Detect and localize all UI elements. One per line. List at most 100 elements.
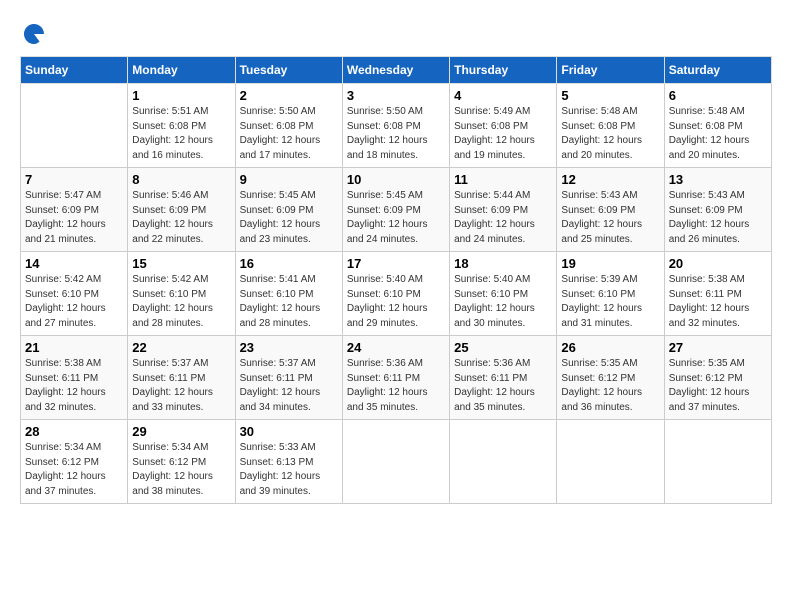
day-info: Sunrise: 5:35 AM Sunset: 6:12 PM Dayligh… xyxy=(561,357,659,415)
calendar-cell: 21 Sunrise: 5:38 AM Sunset: 6:11 PM Dayl… xyxy=(21,336,128,420)
calendar-cell: 8 Sunrise: 5:46 AM Sunset: 6:09 PM Dayli… xyxy=(128,168,235,252)
column-header-sunday: Sunday xyxy=(21,57,128,84)
sunrise-text: Sunrise: 5:45 AM xyxy=(347,190,423,201)
sunset-text: Sunset: 6:09 PM xyxy=(347,205,421,216)
day-number: 17 xyxy=(347,256,445,271)
day-info: Sunrise: 5:48 AM Sunset: 6:08 PM Dayligh… xyxy=(561,105,659,163)
sunrise-text: Sunrise: 5:51 AM xyxy=(132,106,208,117)
daylight-text: Daylight: 12 hours and 21 minutes. xyxy=(25,219,106,245)
week-row-5: 28 Sunrise: 5:34 AM Sunset: 6:12 PM Dayl… xyxy=(21,420,772,504)
day-number: 23 xyxy=(240,340,338,355)
sunset-text: Sunset: 6:10 PM xyxy=(347,289,421,300)
sunset-text: Sunset: 6:11 PM xyxy=(454,373,527,384)
daylight-text: Daylight: 12 hours and 29 minutes. xyxy=(347,303,428,329)
day-number: 16 xyxy=(240,256,338,271)
day-number: 9 xyxy=(240,172,338,187)
sunrise-text: Sunrise: 5:48 AM xyxy=(669,106,745,117)
sunset-text: Sunset: 6:09 PM xyxy=(25,205,99,216)
calendar-cell: 7 Sunrise: 5:47 AM Sunset: 6:09 PM Dayli… xyxy=(21,168,128,252)
sunrise-text: Sunrise: 5:45 AM xyxy=(240,190,316,201)
day-number: 6 xyxy=(669,88,767,103)
sunrise-text: Sunrise: 5:48 AM xyxy=(561,106,637,117)
sunset-text: Sunset: 6:12 PM xyxy=(669,373,743,384)
sunset-text: Sunset: 6:10 PM xyxy=(240,289,314,300)
sunset-text: Sunset: 6:11 PM xyxy=(132,373,205,384)
calendar-cell: 13 Sunrise: 5:43 AM Sunset: 6:09 PM Dayl… xyxy=(664,168,771,252)
sunrise-text: Sunrise: 5:40 AM xyxy=(347,274,423,285)
calendar-cell xyxy=(557,420,664,504)
day-number: 30 xyxy=(240,424,338,439)
day-info: Sunrise: 5:50 AM Sunset: 6:08 PM Dayligh… xyxy=(240,105,338,163)
day-info: Sunrise: 5:41 AM Sunset: 6:10 PM Dayligh… xyxy=(240,273,338,331)
column-header-thursday: Thursday xyxy=(450,57,557,84)
calendar-cell: 17 Sunrise: 5:40 AM Sunset: 6:10 PM Dayl… xyxy=(342,252,449,336)
daylight-text: Daylight: 12 hours and 19 minutes. xyxy=(454,135,535,161)
day-info: Sunrise: 5:49 AM Sunset: 6:08 PM Dayligh… xyxy=(454,105,552,163)
daylight-text: Daylight: 12 hours and 28 minutes. xyxy=(240,303,321,329)
day-info: Sunrise: 5:37 AM Sunset: 6:11 PM Dayligh… xyxy=(240,357,338,415)
sunset-text: Sunset: 6:12 PM xyxy=(132,457,206,468)
day-number: 7 xyxy=(25,172,123,187)
sunset-text: Sunset: 6:08 PM xyxy=(561,121,635,132)
day-info: Sunrise: 5:45 AM Sunset: 6:09 PM Dayligh… xyxy=(240,189,338,247)
daylight-text: Daylight: 12 hours and 35 minutes. xyxy=(454,387,535,413)
calendar-cell: 23 Sunrise: 5:37 AM Sunset: 6:11 PM Dayl… xyxy=(235,336,342,420)
sunrise-text: Sunrise: 5:41 AM xyxy=(240,274,316,285)
sunset-text: Sunset: 6:08 PM xyxy=(454,121,528,132)
daylight-text: Daylight: 12 hours and 26 minutes. xyxy=(669,219,750,245)
day-number: 13 xyxy=(669,172,767,187)
day-number: 24 xyxy=(347,340,445,355)
page-header xyxy=(20,20,772,48)
day-info: Sunrise: 5:34 AM Sunset: 6:12 PM Dayligh… xyxy=(132,441,230,499)
calendar-cell: 22 Sunrise: 5:37 AM Sunset: 6:11 PM Dayl… xyxy=(128,336,235,420)
calendar-cell: 24 Sunrise: 5:36 AM Sunset: 6:11 PM Dayl… xyxy=(342,336,449,420)
day-info: Sunrise: 5:42 AM Sunset: 6:10 PM Dayligh… xyxy=(25,273,123,331)
sunset-text: Sunset: 6:09 PM xyxy=(454,205,528,216)
sunset-text: Sunset: 6:08 PM xyxy=(669,121,743,132)
daylight-text: Daylight: 12 hours and 22 minutes. xyxy=(132,219,213,245)
day-info: Sunrise: 5:38 AM Sunset: 6:11 PM Dayligh… xyxy=(25,357,123,415)
calendar-cell: 28 Sunrise: 5:34 AM Sunset: 6:12 PM Dayl… xyxy=(21,420,128,504)
day-number: 19 xyxy=(561,256,659,271)
day-number: 27 xyxy=(669,340,767,355)
day-number: 14 xyxy=(25,256,123,271)
sunrise-text: Sunrise: 5:40 AM xyxy=(454,274,530,285)
calendar-cell: 9 Sunrise: 5:45 AM Sunset: 6:09 PM Dayli… xyxy=(235,168,342,252)
day-info: Sunrise: 5:47 AM Sunset: 6:09 PM Dayligh… xyxy=(25,189,123,247)
calendar-cell xyxy=(450,420,557,504)
day-number: 22 xyxy=(132,340,230,355)
sunrise-text: Sunrise: 5:42 AM xyxy=(132,274,208,285)
day-number: 8 xyxy=(132,172,230,187)
calendar-cell: 11 Sunrise: 5:44 AM Sunset: 6:09 PM Dayl… xyxy=(450,168,557,252)
daylight-text: Daylight: 12 hours and 39 minutes. xyxy=(240,471,321,497)
calendar-cell: 4 Sunrise: 5:49 AM Sunset: 6:08 PM Dayli… xyxy=(450,84,557,168)
logo-icon xyxy=(20,20,48,48)
sunrise-text: Sunrise: 5:43 AM xyxy=(669,190,745,201)
sunrise-text: Sunrise: 5:46 AM xyxy=(132,190,208,201)
day-number: 5 xyxy=(561,88,659,103)
sunrise-text: Sunrise: 5:50 AM xyxy=(347,106,423,117)
day-info: Sunrise: 5:39 AM Sunset: 6:10 PM Dayligh… xyxy=(561,273,659,331)
sunset-text: Sunset: 6:09 PM xyxy=(132,205,206,216)
sunset-text: Sunset: 6:09 PM xyxy=(669,205,743,216)
daylight-text: Daylight: 12 hours and 37 minutes. xyxy=(669,387,750,413)
logo xyxy=(20,20,52,48)
sunrise-text: Sunrise: 5:39 AM xyxy=(561,274,637,285)
calendar-header: SundayMondayTuesdayWednesdayThursdayFrid… xyxy=(21,57,772,84)
daylight-text: Daylight: 12 hours and 16 minutes. xyxy=(132,135,213,161)
column-header-tuesday: Tuesday xyxy=(235,57,342,84)
calendar-cell: 19 Sunrise: 5:39 AM Sunset: 6:10 PM Dayl… xyxy=(557,252,664,336)
calendar-cell: 26 Sunrise: 5:35 AM Sunset: 6:12 PM Dayl… xyxy=(557,336,664,420)
calendar-cell: 27 Sunrise: 5:35 AM Sunset: 6:12 PM Dayl… xyxy=(664,336,771,420)
sunset-text: Sunset: 6:10 PM xyxy=(561,289,635,300)
calendar-cell: 14 Sunrise: 5:42 AM Sunset: 6:10 PM Dayl… xyxy=(21,252,128,336)
sunrise-text: Sunrise: 5:36 AM xyxy=(347,358,423,369)
sunset-text: Sunset: 6:09 PM xyxy=(240,205,314,216)
calendar-cell: 5 Sunrise: 5:48 AM Sunset: 6:08 PM Dayli… xyxy=(557,84,664,168)
daylight-text: Daylight: 12 hours and 27 minutes. xyxy=(25,303,106,329)
calendar-cell: 25 Sunrise: 5:36 AM Sunset: 6:11 PM Dayl… xyxy=(450,336,557,420)
sunset-text: Sunset: 6:08 PM xyxy=(132,121,206,132)
week-row-1: 1 Sunrise: 5:51 AM Sunset: 6:08 PM Dayli… xyxy=(21,84,772,168)
calendar-cell: 1 Sunrise: 5:51 AM Sunset: 6:08 PM Dayli… xyxy=(128,84,235,168)
sunset-text: Sunset: 6:11 PM xyxy=(669,289,742,300)
